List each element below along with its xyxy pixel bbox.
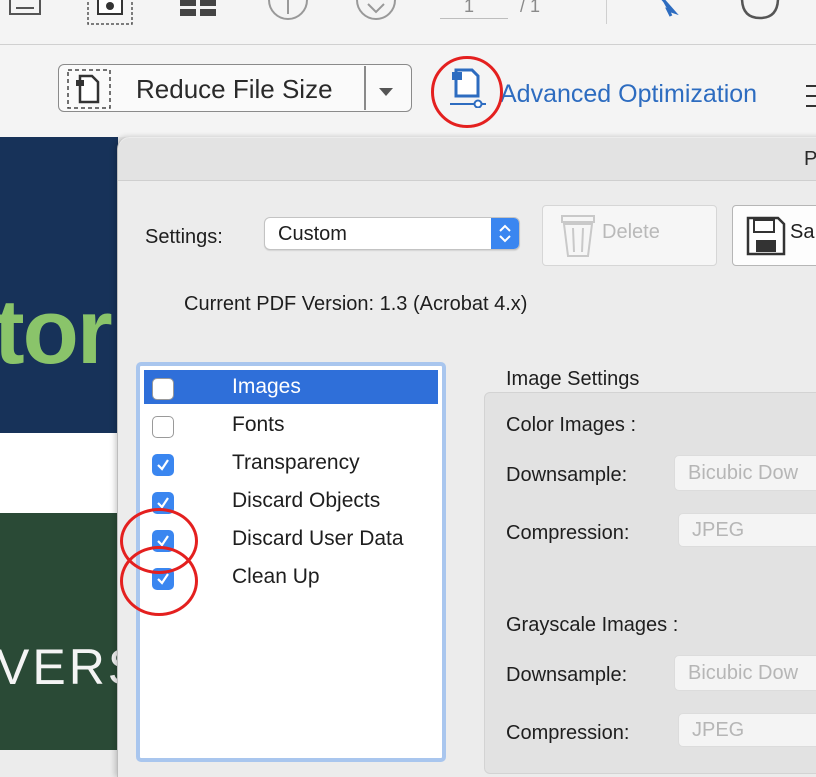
panel-label-transparency: Transparency: [232, 451, 360, 474]
dialog-titlebar: [118, 138, 816, 181]
grayscale-downsample-value: Bicubic Dow: [688, 662, 799, 684]
grayscale-images-heading: Grayscale Images :: [506, 614, 679, 636]
select-stepper-icon[interactable]: [491, 218, 519, 249]
grayscale-compression-label: Compression:: [506, 722, 630, 744]
pages-icon[interactable]: [178, 0, 222, 23]
color-downsample-label: Downsample:: [506, 464, 628, 486]
panel-label-images: Images: [232, 375, 301, 398]
color-compression-value: JPEG: [692, 519, 745, 541]
top-toolbar: 1 / 1: [0, 0, 816, 45]
snapshot-icon[interactable]: [86, 0, 136, 35]
page-number-input[interactable]: 1: [440, 0, 508, 19]
grayscale-downsample-label: Downsample:: [506, 664, 628, 686]
checkmark-icon: [157, 459, 169, 471]
transparency-checkbox[interactable]: [152, 454, 174, 476]
annotation-circle-clean-up: [120, 546, 198, 616]
dropdown-divider: [364, 66, 366, 110]
hand-tool-icon[interactable]: [736, 0, 786, 27]
document-page-bottom: [0, 513, 118, 750]
trash-icon: [556, 214, 600, 265]
color-downsample-value: Bicubic Dow: [688, 462, 799, 484]
chevron-down-icon[interactable]: [378, 84, 394, 102]
document-page-band: [0, 433, 118, 513]
page-total: / 1: [520, 0, 541, 16]
floppy-disk-icon: [746, 216, 786, 261]
panel-label-fonts: Fonts: [232, 413, 285, 436]
previous-page-icon[interactable]: [266, 0, 310, 27]
save-button-label: Sa: [790, 221, 815, 243]
advanced-optimization-link[interactable]: Advanced Optimization: [500, 80, 757, 109]
color-images-heading: Color Images :: [506, 414, 637, 436]
settings-label: Settings:: [145, 226, 223, 248]
more-options-icon[interactable]: [806, 82, 816, 117]
dialog-title: P: [804, 148, 816, 170]
reduce-file-size-icon: [66, 68, 112, 115]
fonts-checkbox[interactable]: [152, 416, 174, 438]
document-icon[interactable]: [8, 0, 44, 23]
panel-label-discard-objects: Discard Objects: [232, 489, 381, 512]
document-headline-fragment: tor: [0, 281, 113, 383]
panel-label-discard-user-data: Discard User Data: [232, 527, 404, 550]
current-pdf-version: Current PDF Version: 1.3 (Acrobat 4.x): [184, 293, 528, 315]
annotation-circle-advanced-optimization: [431, 56, 503, 128]
panel-label-clean-up: Clean Up: [232, 565, 320, 588]
delete-button-label: Delete: [602, 221, 660, 243]
images-checkbox[interactable]: [152, 378, 174, 400]
image-settings-title: Image Settings: [506, 368, 640, 390]
next-page-icon[interactable]: [354, 0, 398, 27]
settings-select-value: Custom: [278, 223, 347, 245]
toolbar-divider: [606, 0, 607, 24]
select-pointer-icon[interactable]: [656, 0, 686, 23]
reduce-file-size-label: Reduce File Size: [136, 74, 333, 104]
grayscale-compression-value: JPEG: [692, 719, 745, 741]
page-number-value: 1: [464, 0, 475, 16]
color-compression-label: Compression:: [506, 522, 630, 544]
